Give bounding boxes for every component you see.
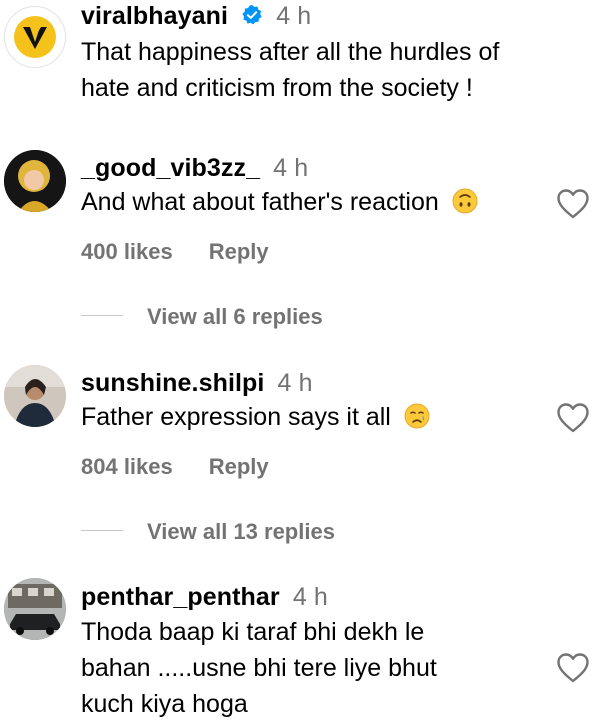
comment-time: 4 h [277,369,313,397]
comment-meta: 400 likes Reply [81,239,269,265]
likes-count[interactable]: 804 likes [81,454,173,479]
view-replies-button[interactable]: View all 13 replies [147,519,335,545]
view-replies-button[interactable]: View all 6 replies [147,304,323,330]
upside-down-face-emoji-icon [452,188,478,214]
comment-time: 4 h [292,583,328,611]
comment-text-line: hate and criticism from the society ! [81,74,473,102]
viral-bhayani-logo-icon [14,16,56,58]
avatar-photo [4,578,66,640]
comment-meta: 804 likes Reply [81,454,269,480]
verified-badge-icon [242,4,262,25]
avatar-good-vib3zz[interactable] [4,150,66,212]
crying-face-emoji-icon [404,403,430,429]
like-heart-icon[interactable] [556,652,590,684]
replies-divider [81,530,123,531]
username-good-vib3zz[interactable]: _good_vib3zz_ [81,154,260,182]
comment-text-line: bahan .....usne bhi tere liye bhut [81,654,437,682]
avatar-viralbhayani[interactable] [4,6,66,68]
avatar-sunshine-shilpi[interactable] [4,365,66,427]
comment-text-body: Father expression says it all [81,403,391,431]
like-heart-icon[interactable] [556,188,590,220]
comment-username[interactable]: penthar_penthar 4 h [81,583,328,612]
comment-username[interactable]: viralbhayani 4 h [81,2,311,31]
comment-username[interactable]: sunshine.shilpi 4 h [81,369,313,398]
comment-text: Thoda baap ki taraf bhi dekh le bahan ..… [81,614,437,722]
comment-text-line: Thoda baap ki taraf bhi dekh le [81,618,425,646]
avatar-photo [4,365,66,427]
username-penthar-penthar[interactable]: penthar_penthar [81,583,280,611]
comment-text: And what about father's reaction [81,184,478,220]
reply-button[interactable]: Reply [209,454,269,479]
comment-username[interactable]: _good_vib3zz_ 4 h [81,154,308,183]
comment-text-body: And what about father's reaction [81,188,439,216]
like-heart-icon[interactable] [556,402,590,434]
avatar-penthar-penthar[interactable] [4,578,66,640]
reply-button[interactable]: Reply [209,239,269,264]
comment-time: 4 h [273,154,309,182]
comment-text: Father expression says it all [81,399,430,435]
comment-time: 4 h [276,2,312,30]
comment-text: That happiness after all the hurdles of … [81,34,499,106]
comment-text-line: That happiness after all the hurdles of [81,38,500,66]
replies-divider [81,315,123,316]
avatar-illustration [4,150,66,212]
username-sunshine-shilpi[interactable]: sunshine.shilpi [81,369,264,397]
username-viralbhayani[interactable]: viralbhayani [81,2,228,30]
comment-text-line: kuch kiya hoga [81,690,248,718]
likes-count[interactable]: 400 likes [81,239,173,264]
